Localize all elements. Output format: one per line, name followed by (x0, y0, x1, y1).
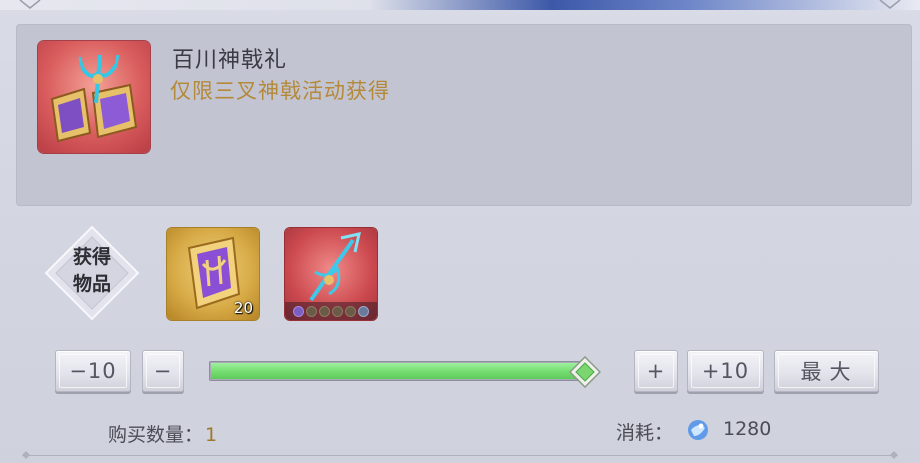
star-rating-dots (285, 302, 377, 320)
purchase-quantity: 购买数量： 1 (108, 420, 217, 447)
cost-value: 1280 (723, 418, 772, 440)
rating-dot (293, 305, 304, 317)
purchase-quantity-value: 1 (205, 424, 218, 446)
item-info-panel (16, 24, 912, 206)
obtain-items-label: 获得 物品 (44, 244, 140, 298)
corner-ornament-left (19, 0, 41, 9)
bottom-divider (24, 455, 896, 456)
obtain-items-badge: 获得 物品 (44, 225, 140, 321)
rating-dot (345, 305, 356, 317)
plus-label: + (646, 359, 666, 383)
slider-handle-diamond-icon[interactable] (569, 356, 601, 388)
obtain-label-line2: 物品 (72, 273, 111, 295)
divider-diamond-icon (22, 451, 30, 459)
minus-ten-label: −10 (69, 359, 117, 383)
divider-diamond-icon (890, 451, 898, 459)
max-label: 最大 (800, 360, 859, 384)
minus-ten-button[interactable]: −10 (55, 350, 131, 392)
item-source-description: 仅限三叉神戟活动获得 (170, 79, 390, 103)
reward-item-weapon[interactable] (285, 228, 377, 320)
plus-ten-label: +10 (701, 359, 750, 383)
plus-ten-button[interactable]: +10 (687, 350, 764, 392)
top-border-strip (0, 0, 920, 10)
reward-count: 20 (233, 299, 253, 317)
blue-gem-icon (688, 420, 708, 440)
rating-dot (306, 305, 317, 317)
rating-dot (358, 305, 369, 317)
rating-dot (319, 305, 330, 317)
minus-label: − (153, 359, 173, 383)
obtain-label-line1: 获得 (72, 246, 111, 268)
purchase-quantity-label: 购买数量： (108, 424, 204, 446)
plus-one-button[interactable]: + (634, 350, 678, 392)
quantity-slider-fill (211, 363, 587, 379)
corner-ornament-right (879, 0, 901, 9)
item-title: 百川神戟礼 (172, 48, 288, 73)
cost-label: 消耗： (616, 422, 674, 444)
minus-one-button[interactable]: − (142, 350, 184, 392)
quantity-slider-track[interactable] (209, 361, 589, 381)
rating-dot (332, 305, 343, 317)
max-button[interactable]: 最大 (774, 350, 879, 392)
gift-chest-trident-icon (38, 41, 150, 153)
reward-item-emblem[interactable]: 20 (167, 228, 259, 320)
